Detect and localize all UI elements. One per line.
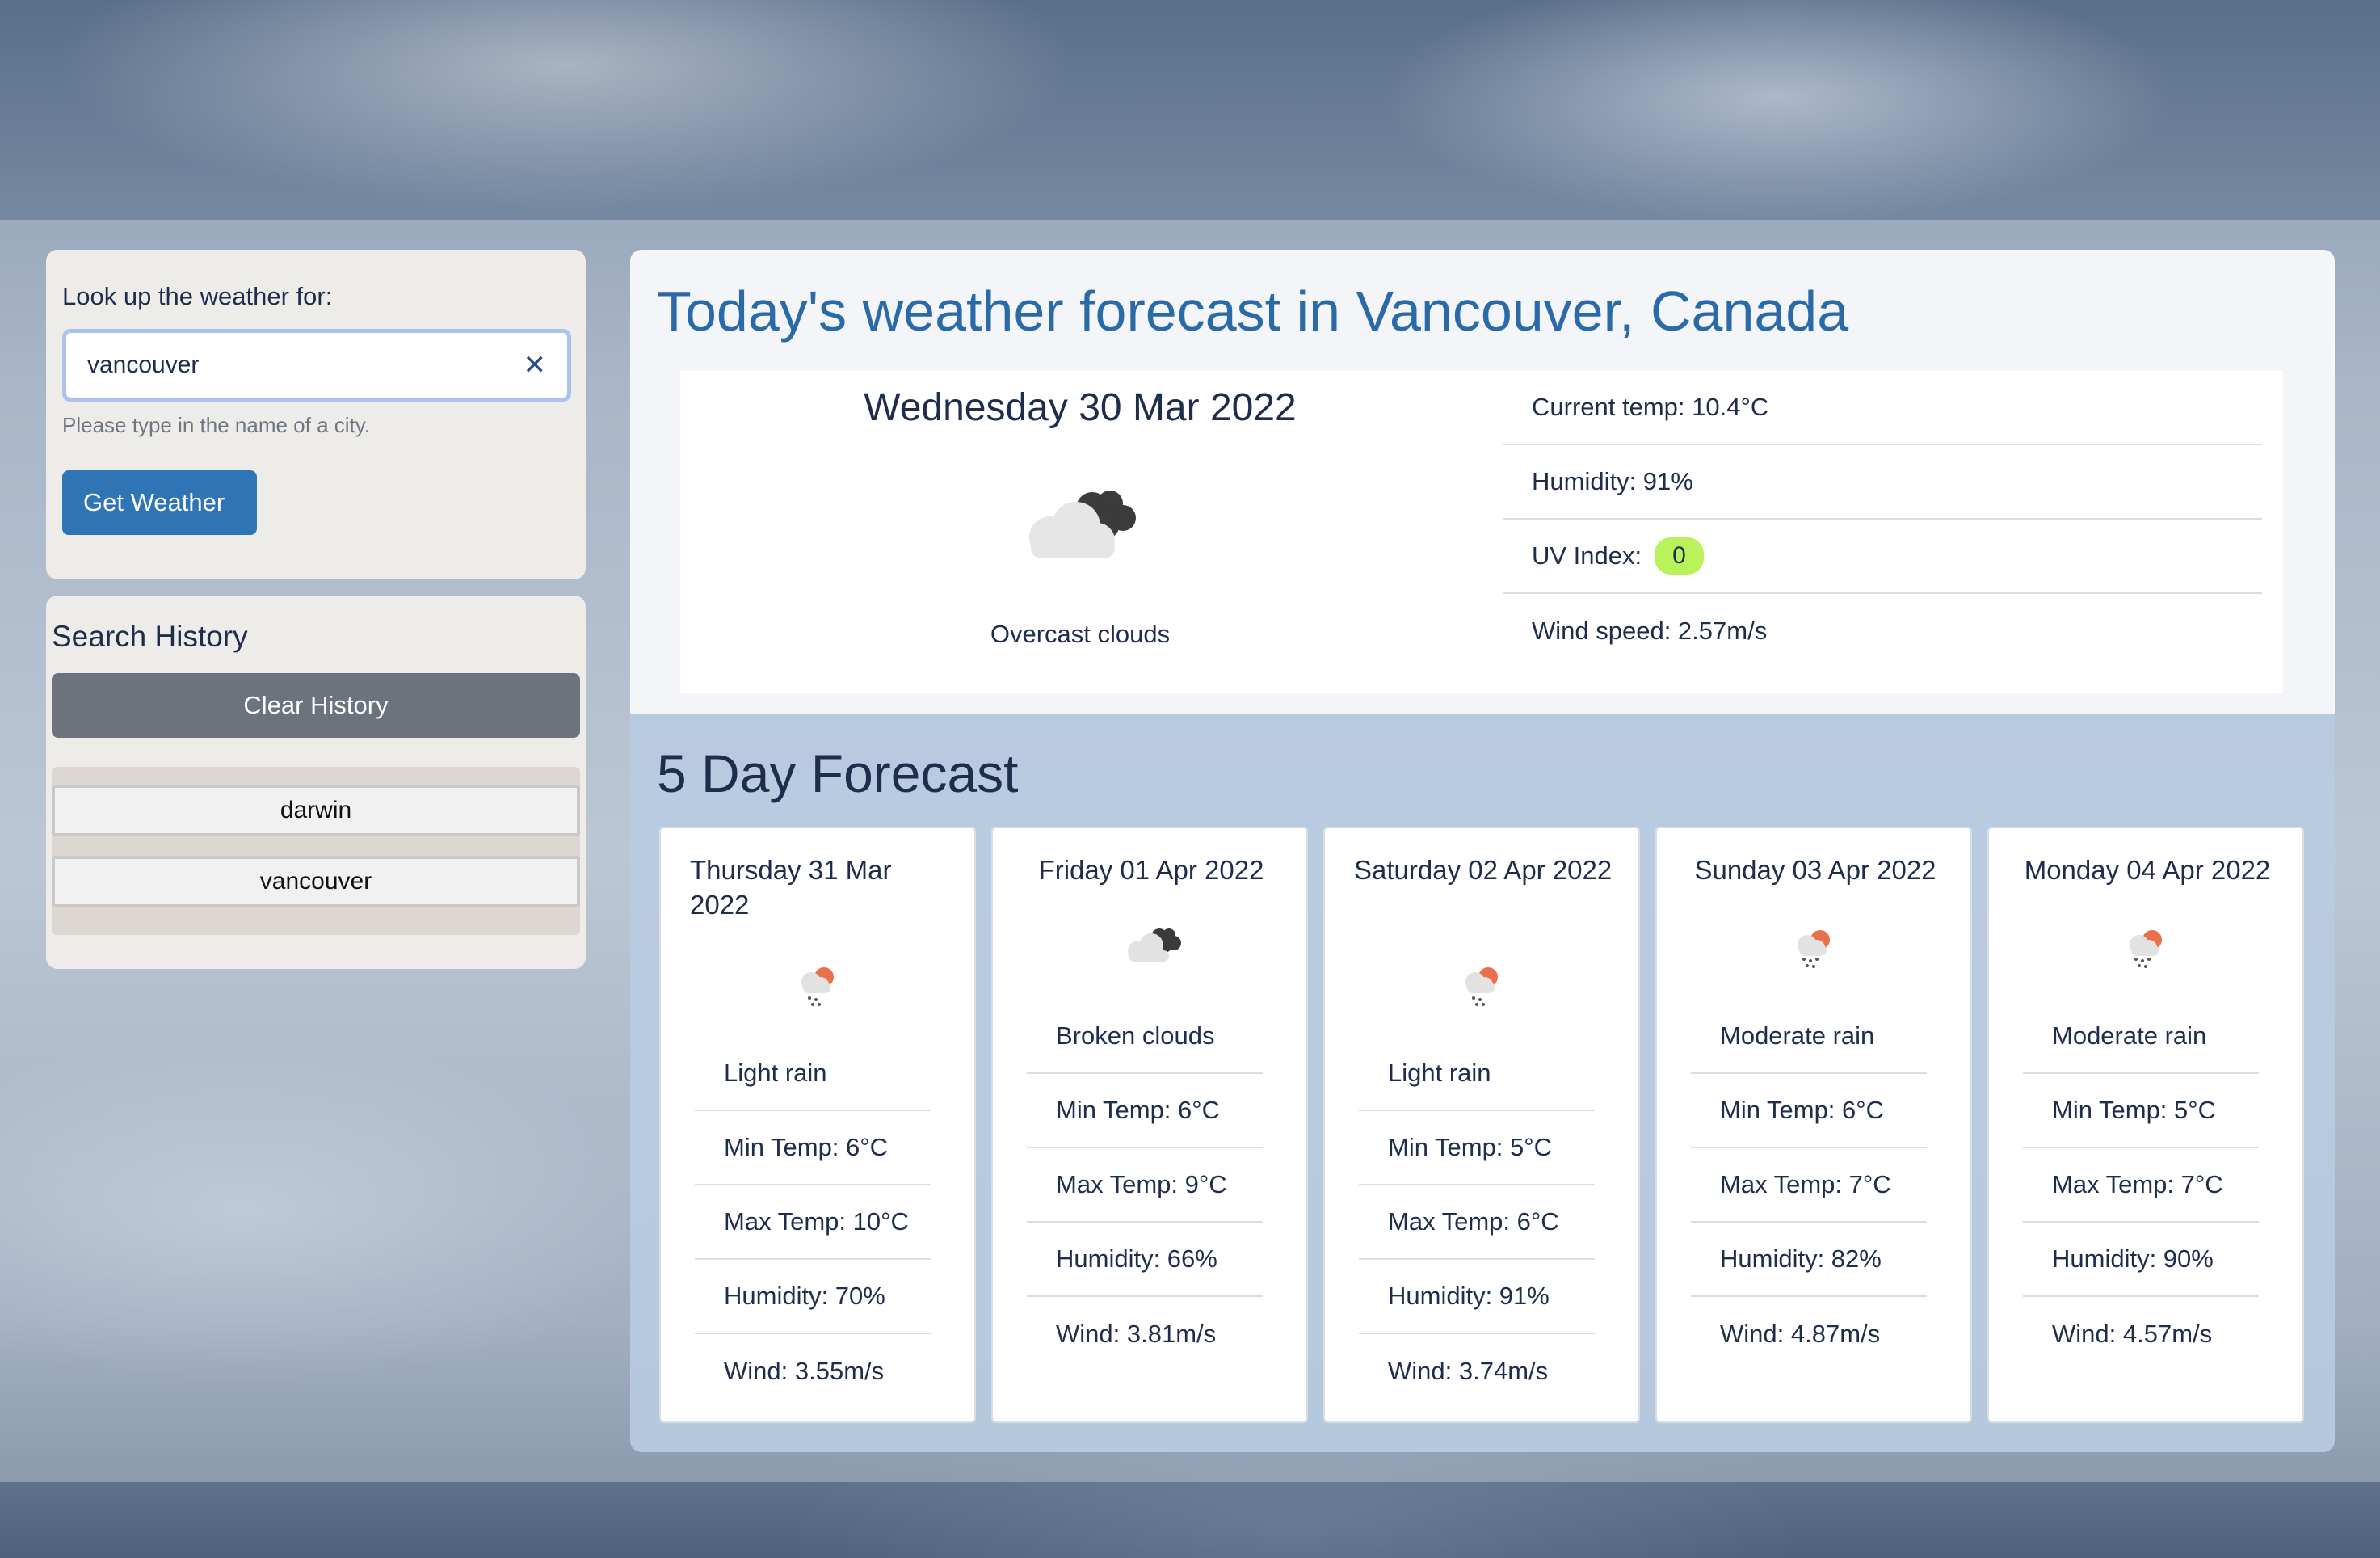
forecast-humidity: Humidity: 90% — [2023, 1223, 2259, 1297]
clear-history-button[interactable]: Clear History — [52, 673, 580, 738]
light-rain-icon — [795, 961, 843, 1013]
current-temp: Current temp: 10.4°C — [1503, 371, 2262, 445]
search-label: Look up the weather for: — [62, 282, 333, 310]
forecast-wind: Wind: 4.57m/s — [2052, 1320, 2213, 1348]
forecast-card: Friday 01 Apr 2022 Broken clouds Min Tem… — [991, 827, 1308, 1423]
forecast-card: Saturday 02 Apr 2022 Light rain Min Temp… — [1323, 827, 1640, 1423]
forecast-description: Light rain — [1359, 1037, 1595, 1111]
broken-clouds-icon — [1122, 924, 1184, 970]
forecast-card: Sunday 03 Apr 2022 Moderate rain Min Tem… — [1655, 827, 1972, 1423]
uv-index: UV Index: 0 — [1503, 520, 2262, 594]
forecast-wind: Wind: 4.87m/s — [1720, 1320, 1881, 1348]
close-icon[interactable]: ✕ — [524, 351, 547, 380]
moderate-rain-icon — [2123, 924, 2172, 976]
forecast-description: Moderate rain — [1691, 1000, 1927, 1074]
search-panel: Look up the weather for: ✕ Please type i… — [46, 250, 586, 579]
forecast-details: Light rain Min Temp: 5°C Max Temp: 6°C H… — [1359, 1037, 1595, 1409]
forecast-wind: Wind: 3.81m/s — [1056, 1320, 1217, 1348]
forecast-max-temp: Max Temp: 7°C — [2023, 1148, 2259, 1223]
forecast-date: Friday 01 Apr 2022 — [1038, 855, 1264, 885]
light-rain-icon — [1459, 961, 1507, 1013]
today-date: Wednesday 30 Mar 2022 — [864, 386, 1297, 429]
history-list: darwin vancouver — [52, 767, 580, 935]
moderate-rain-icon — [1791, 924, 1840, 976]
main-panel: Today's weather forecast in Vancouver, C… — [630, 250, 2335, 1452]
forecast-date: Thursday 31 Mar 2022 — [690, 855, 892, 920]
forecast-details: Broken clouds Min Temp: 6°C Max Temp: 9°… — [1027, 1000, 1263, 1371]
forecast-description: Broken clouds — [1027, 1000, 1263, 1074]
uv-index-label: UV Index: — [1532, 541, 1642, 570]
uv-index-badge: 0 — [1655, 537, 1704, 575]
wind-speed: Wind speed: 2.57m/s — [1503, 594, 2262, 668]
forecast-wind: Wind: 3.74m/s — [1388, 1357, 1549, 1385]
search-history-title: Search History — [52, 620, 248, 653]
forecast-max-temp: Max Temp: 7°C — [1691, 1148, 1927, 1223]
forecast-humidity: Humidity: 66% — [1027, 1223, 1263, 1297]
today-stats: Current temp: 10.4°C Humidity: 91% UV In… — [1503, 371, 2262, 668]
city-search-field[interactable]: ✕ — [62, 329, 571, 402]
forecast-max-temp: Max Temp: 10°C — [695, 1185, 931, 1260]
forecast-min-temp: Min Temp: 6°C — [1691, 1074, 1927, 1148]
humidity: Humidity: 91% — [1503, 445, 2262, 520]
today-description: Overcast clouds — [990, 620, 1171, 648]
forecast-max-temp: Max Temp: 6°C — [1359, 1185, 1595, 1260]
forecast-details: Light rain Min Temp: 6°C Max Temp: 10°C … — [695, 1037, 931, 1409]
forecast-card: Monday 04 Apr 2022 Moderate rain Min Tem… — [1987, 827, 2304, 1423]
forecast-min-temp: Min Temp: 6°C — [695, 1111, 931, 1185]
forecast-details: Moderate rain Min Temp: 6°C Max Temp: 7°… — [1691, 1000, 1927, 1371]
forecast-wind: Wind: 3.55m/s — [724, 1357, 885, 1385]
forecast-max-temp: Max Temp: 9°C — [1027, 1148, 1263, 1223]
today-section: Today's weather forecast in Vancouver, C… — [630, 250, 2335, 714]
city-search-input[interactable] — [87, 352, 507, 379]
forecast-min-temp: Min Temp: 5°C — [1359, 1111, 1595, 1185]
forecast-title: 5 Day Forecast — [657, 743, 1019, 803]
forecast-min-temp: Min Temp: 5°C — [2023, 1074, 2259, 1148]
forecast-humidity: Humidity: 70% — [695, 1260, 931, 1334]
forecast-description: Light rain — [695, 1037, 931, 1111]
overcast-clouds-icon — [1021, 484, 1139, 566]
forecast-details: Moderate rain Min Temp: 5°C Max Temp: 7°… — [2023, 1000, 2259, 1371]
today-card: Wednesday 30 Mar 2022 Overcast clouds Cu… — [680, 371, 2283, 693]
forecast-min-temp: Min Temp: 6°C — [1027, 1074, 1263, 1148]
search-history-panel: Search History Clear History darwin vanc… — [46, 596, 586, 969]
forecast-humidity: Humidity: 91% — [1359, 1260, 1595, 1334]
search-hint: Please type in the name of a city. — [62, 413, 371, 437]
wind-speed-text: Wind speed: 2.57m/s — [1532, 617, 1768, 645]
history-item-darwin[interactable]: darwin — [52, 785, 580, 836]
forecast-date: Saturday 02 Apr 2022 — [1354, 855, 1613, 885]
current-temp-text: Current temp: 10.4°C — [1532, 393, 1769, 421]
forecast-card: Thursday 31 Mar 2022 Light rain Min Temp… — [659, 827, 976, 1423]
get-weather-button[interactable]: Get Weather — [62, 470, 257, 535]
page-title: Today's weather forecast in Vancouver, C… — [657, 280, 1849, 343]
history-item-vancouver[interactable]: vancouver — [52, 856, 580, 907]
forecast-description: Moderate rain — [2023, 1000, 2259, 1074]
forecast-date: Monday 04 Apr 2022 — [2024, 855, 2271, 885]
forecast-date: Sunday 03 Apr 2022 — [1694, 855, 1936, 885]
humidity-text: Humidity: 91% — [1532, 467, 1693, 495]
forecast-humidity: Humidity: 82% — [1691, 1223, 1927, 1297]
